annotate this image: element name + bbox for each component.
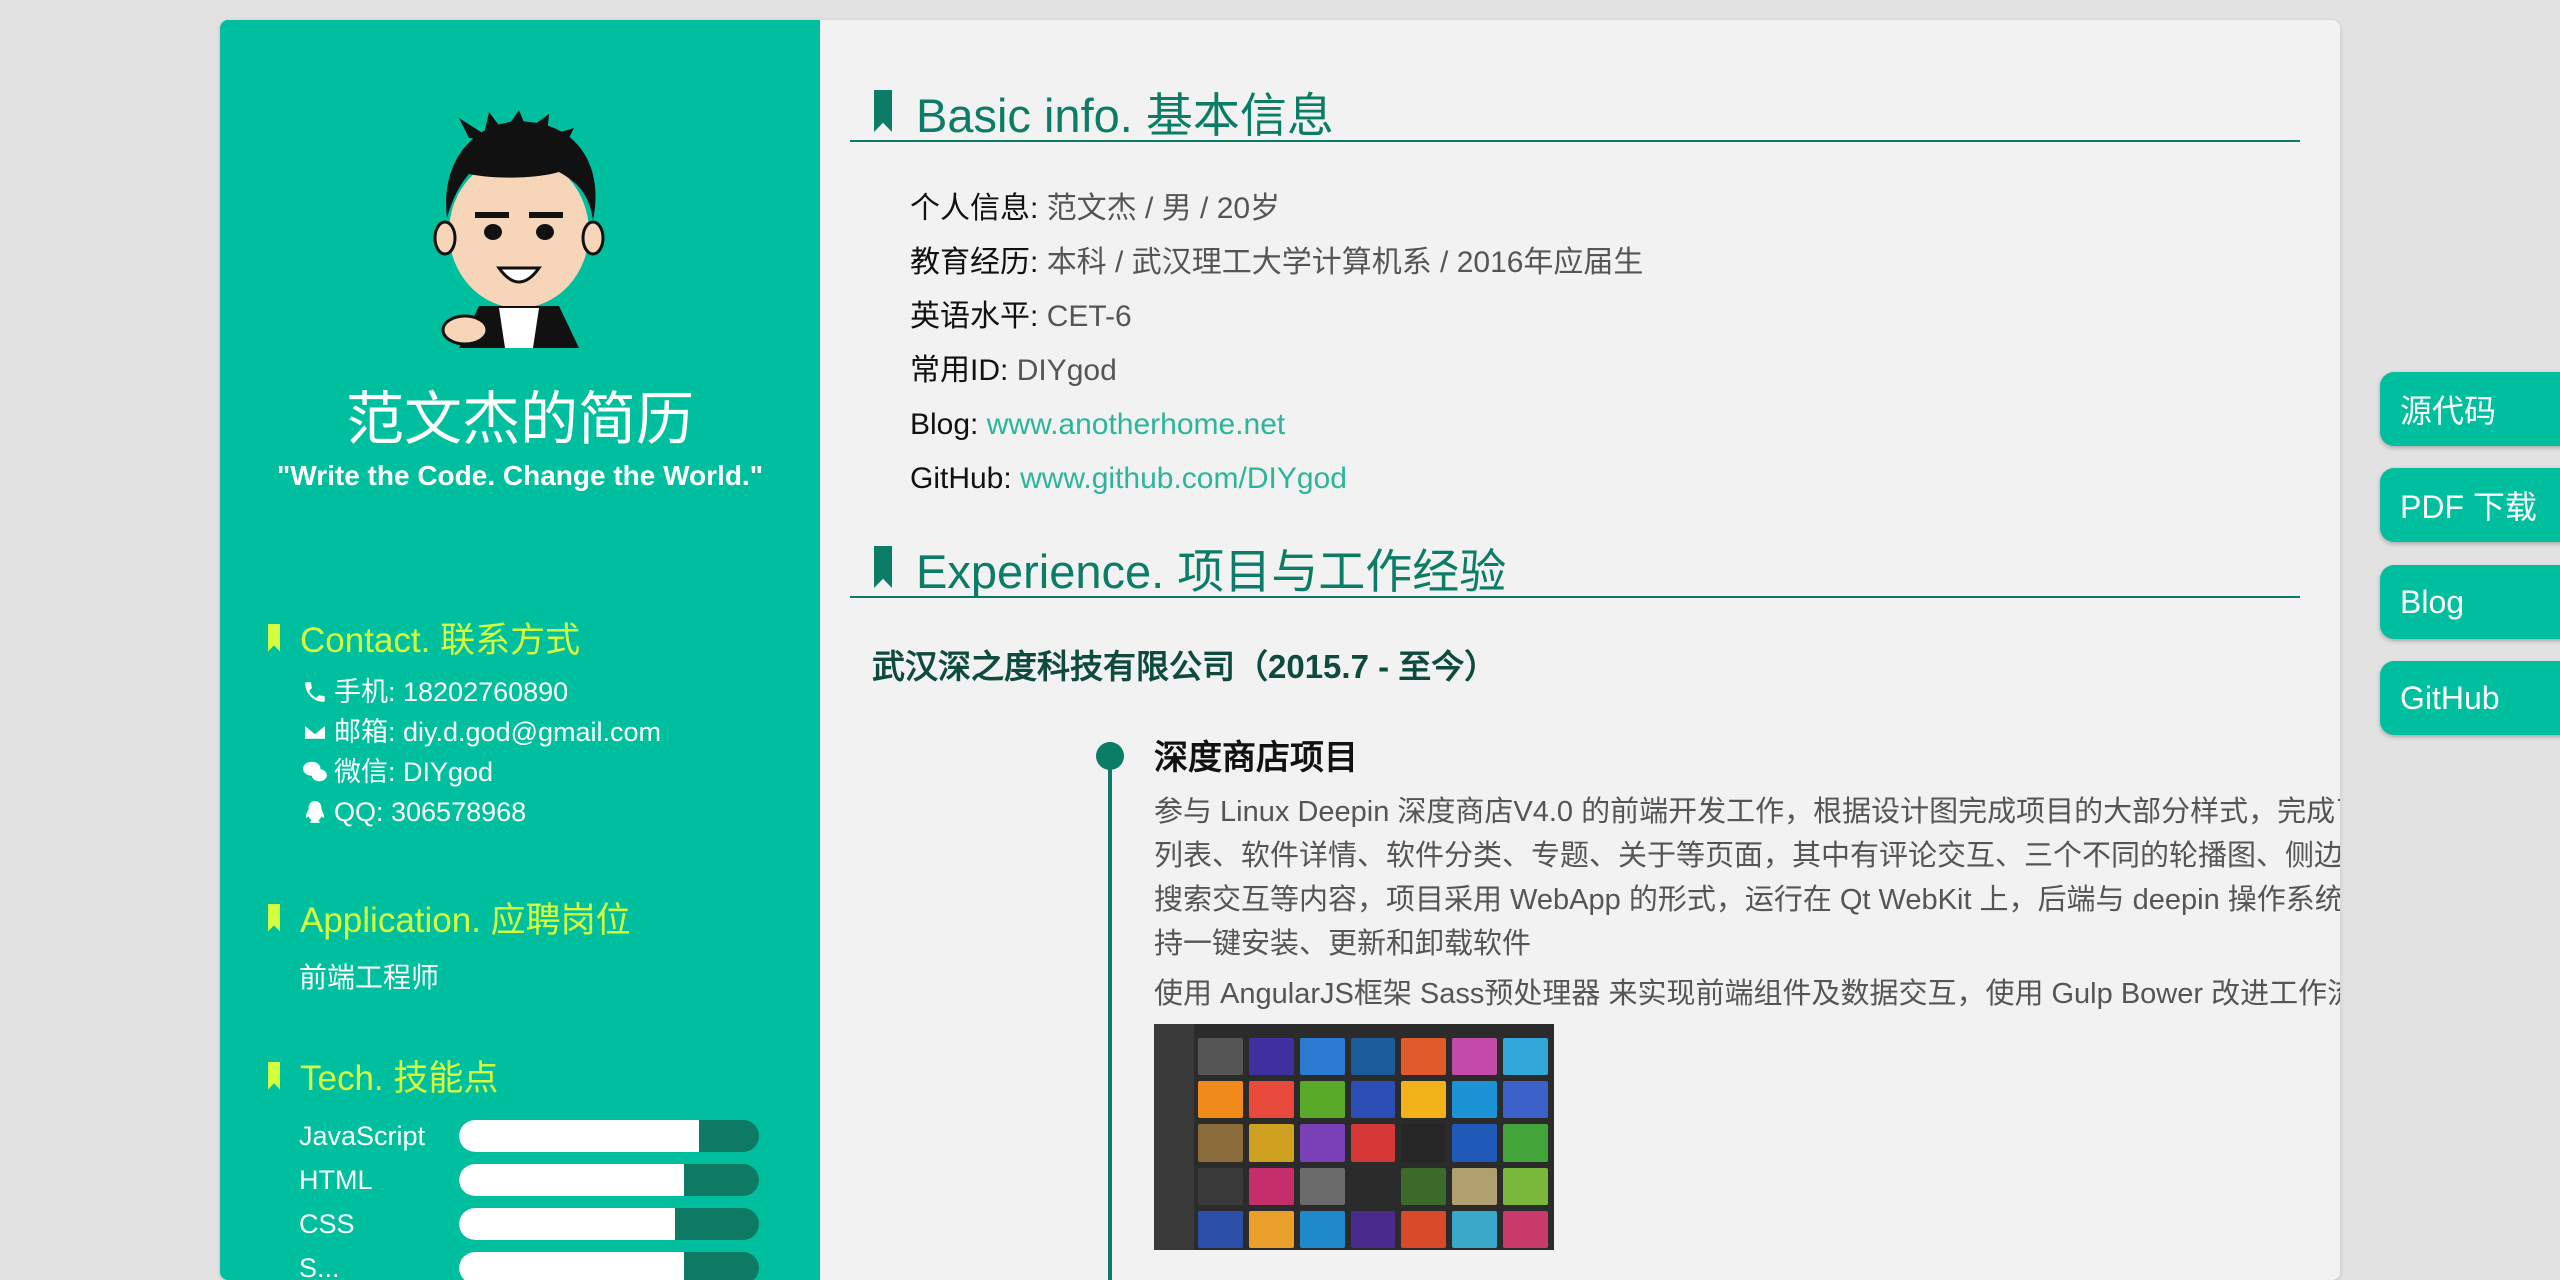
skill-bar-fill	[459, 1120, 699, 1152]
basic-info-heading: Basic info. 基本信息	[850, 82, 2300, 142]
skill-name: CSS	[299, 1209, 459, 1240]
job-title: 前端工程师	[299, 956, 439, 996]
contact-heading-label: Contact. 联系方式	[300, 612, 580, 663]
info-education: 教育经历: 本科 / 武汉理工大学计算机系 / 2016年应届生	[910, 236, 1643, 290]
source-code-button[interactable]: 源代码	[2380, 372, 2560, 446]
motto: "Write the Code. Change the World."	[220, 460, 820, 492]
info-blog: Blog: www.anotherhome.net	[910, 398, 1643, 452]
info-id: 常用ID: DIYgod	[910, 344, 1643, 398]
sidebar: 范文杰的简历 "Write the Code. Change the World…	[220, 20, 820, 1280]
bookmark-icon	[268, 624, 280, 652]
tech-heading: Tech. 技能点	[268, 1050, 498, 1101]
phone-icon	[302, 679, 328, 705]
experience-heading: Experience. 项目与工作经验	[850, 538, 2300, 598]
avatar	[429, 108, 609, 348]
wechat-icon	[302, 759, 328, 785]
screenshot-grid	[1198, 1038, 1548, 1248]
bookmark-icon	[268, 904, 280, 932]
contact-qq: QQ: 306578968	[302, 792, 661, 832]
skill-name: JavaScript	[299, 1121, 459, 1152]
skill-bar-fill	[459, 1164, 684, 1196]
info-github: GitHub: www.github.com/DIYgod	[910, 452, 1643, 506]
project-description: 参与 Linux Deepin 深度商店V4.0 的前端开发工作，根据设计图完成…	[1154, 790, 2340, 1022]
contact-wechat: 微信: DIYgod	[302, 752, 661, 792]
project-desc-1: 参与 Linux Deepin 深度商店V4.0 的前端开发工作，根据设计图完成…	[1154, 790, 2340, 966]
envelope-icon	[302, 719, 328, 745]
timeline-dot	[1096, 742, 1124, 770]
skills-list: JavaScript HTML CSS S...	[299, 1114, 759, 1280]
blog-button[interactable]: Blog	[2380, 565, 2560, 639]
info-english: 英语水平: CET-6	[910, 290, 1643, 344]
skill-row: CSS	[299, 1202, 759, 1246]
application-heading-label: Application. 应聘岗位	[300, 892, 631, 943]
skill-bar	[459, 1164, 759, 1196]
bookmark-icon	[874, 90, 892, 132]
skill-row: S...	[299, 1246, 759, 1280]
skill-bar-fill	[459, 1208, 675, 1240]
bookmark-icon	[874, 546, 892, 588]
project-screenshot[interactable]	[1154, 1024, 1554, 1250]
qq-icon	[302, 799, 328, 825]
project-title: 深度商店项目	[1154, 730, 1358, 779]
screenshot-sidebar	[1154, 1024, 1194, 1250]
skill-bar	[459, 1208, 759, 1240]
timeline-line	[1108, 742, 1112, 1280]
skill-row: HTML	[299, 1158, 759, 1202]
pdf-download-button[interactable]: PDF 下载	[2380, 468, 2560, 542]
skill-bar	[459, 1252, 759, 1280]
contact-heading: Contact. 联系方式	[268, 612, 580, 663]
project-desc-2: 使用 AngularJS框架 Sass预处理器 来实现前端组件及数据交互，使用 …	[1154, 972, 2340, 1016]
github-link[interactable]: www.github.com/DIYgod	[1020, 462, 1347, 495]
company-name: 武汉深之度科技有限公司（2015.7 - 至今）	[872, 640, 1497, 688]
basic-info-list: 个人信息: 范文杰 / 男 / 20岁 教育经历: 本科 / 武汉理工大学计算机…	[910, 182, 1643, 506]
experience-heading-label: Experience. 项目与工作经验	[916, 533, 1506, 602]
skill-bar	[459, 1120, 759, 1152]
tech-heading-label: Tech. 技能点	[300, 1050, 498, 1101]
resume-card: 范文杰的简历 "Write the Code. Change the World…	[220, 20, 2340, 1280]
contact-phone: 手机: 18202760890	[302, 672, 661, 712]
contact-email: 邮箱: diy.d.god@gmail.com	[302, 712, 661, 752]
skill-bar-fill	[459, 1252, 684, 1280]
skill-name: HTML	[299, 1165, 459, 1196]
skill-name: S...	[299, 1253, 459, 1280]
blog-link[interactable]: www.anotherhome.net	[987, 408, 1286, 441]
basic-info-heading-label: Basic info. 基本信息	[916, 77, 1334, 146]
info-personal: 个人信息: 范文杰 / 男 / 20岁	[910, 182, 1643, 236]
bookmark-icon	[268, 1062, 280, 1090]
skill-row: JavaScript	[299, 1114, 759, 1158]
application-heading: Application. 应聘岗位	[268, 892, 631, 943]
contact-list: 手机: 18202760890 邮箱: diy.d.god@gmail.com …	[302, 672, 661, 832]
main-content: Basic info. 基本信息 个人信息: 范文杰 / 男 / 20岁 教育经…	[820, 20, 2340, 1280]
resume-name: 范文杰的简历	[220, 372, 820, 456]
github-button[interactable]: GitHub	[2380, 661, 2560, 735]
